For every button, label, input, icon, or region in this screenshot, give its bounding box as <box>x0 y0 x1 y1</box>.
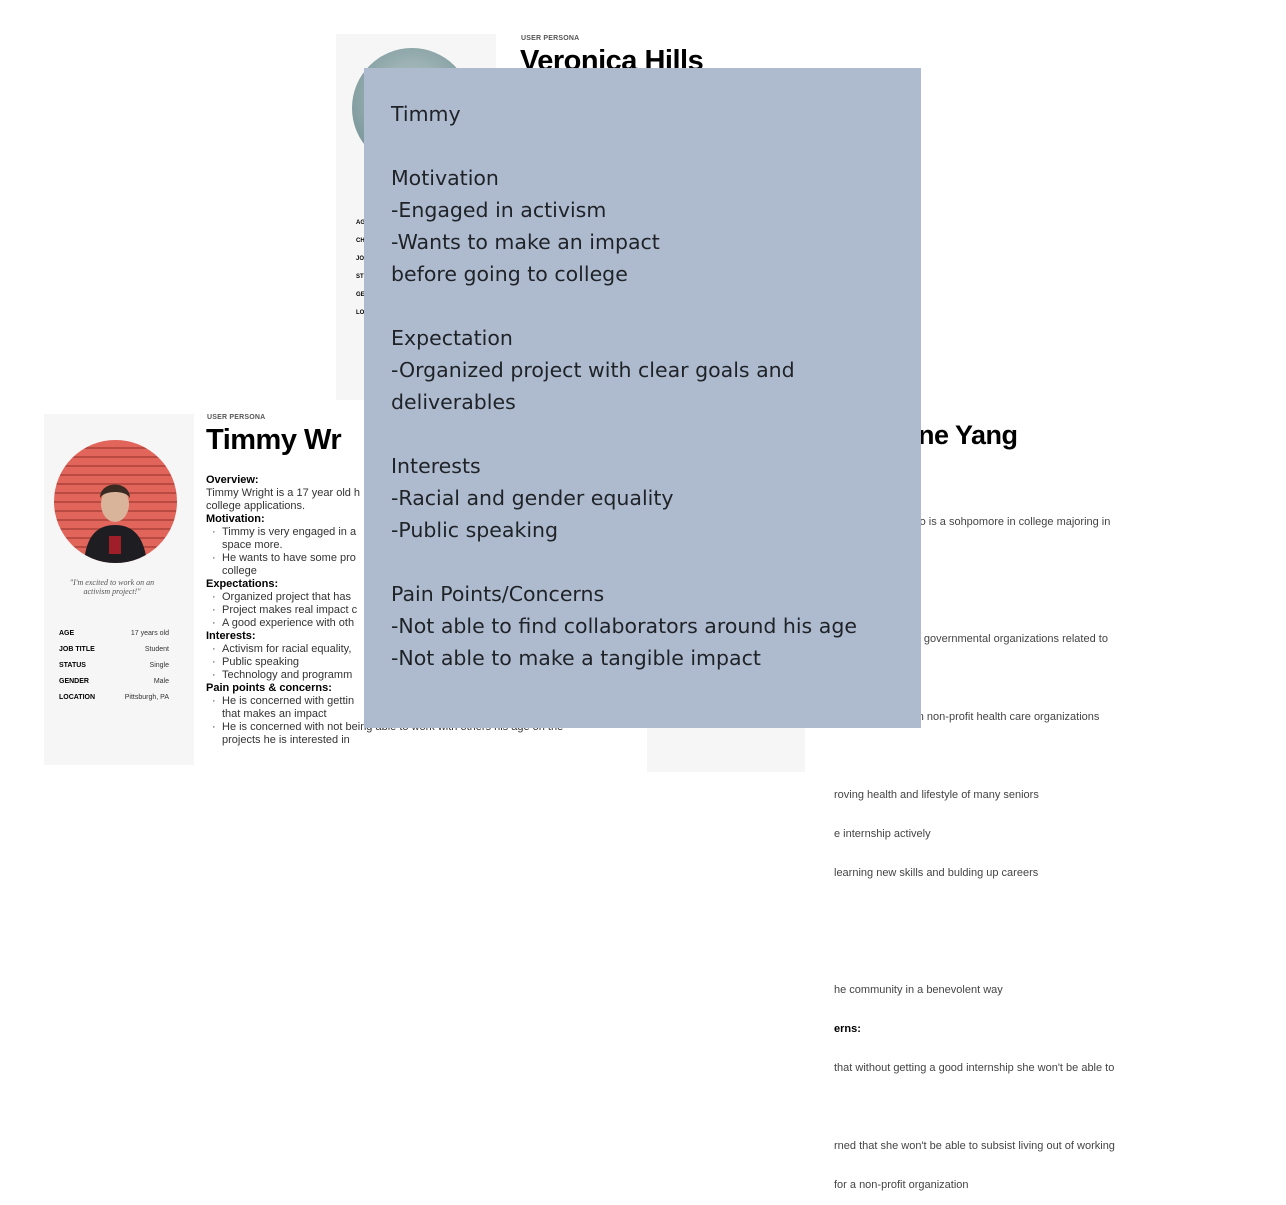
fact-row: GENDER Male <box>59 678 169 685</box>
text-line: erns: <box>834 1023 861 1035</box>
fact-row: STATUS Single <box>59 662 169 669</box>
text-line <box>834 750 1234 763</box>
text-line: learning new skills and bulding up caree… <box>834 867 1039 879</box>
text-line: roving health and lifestyle of many seni… <box>834 789 1039 801</box>
text-line: rned that she won't be able to subsist l… <box>834 1140 1115 1152</box>
text-line: that without getting a good internship s… <box>834 1062 1115 1074</box>
overview-heading: Overview: <box>206 474 259 486</box>
text-line: for a non-profit organization <box>834 1179 969 1191</box>
interests-heading: Interests: <box>206 630 256 642</box>
timmy-avatar <box>54 440 177 563</box>
pain-points-heading: Pain points & concerns: <box>206 682 332 694</box>
timmy-eyebrow: USER PERSONA <box>207 414 266 421</box>
text-line <box>834 945 1234 958</box>
motivation-heading: Motivation: <box>206 513 265 525</box>
third-persona-name: ne Yang <box>918 420 1018 450</box>
overview-text: Timmy Wright is a 17 year old h college … <box>206 487 361 512</box>
person-icon <box>84 484 147 563</box>
fact-row: JOB TITLE Student <box>59 646 169 653</box>
list-item: He is concerned with gettin that makes a… <box>212 695 372 721</box>
fact-row: AGE 17 years old <box>59 630 169 637</box>
timmy-facts: AGE 17 years old JOB TITLE Student STATUS S… <box>59 630 169 710</box>
text-line <box>834 1101 1234 1114</box>
timmy-quote: "I'm excited to work on an activism proj… <box>69 578 155 596</box>
list-item: He wants to have some pro college <box>212 552 382 578</box>
timmy-name: Timmy Wr <box>206 424 342 456</box>
text-line: he community in a benevolent way <box>834 984 1003 996</box>
fact-row: LOCATION Pittsburgh, PA <box>59 694 169 701</box>
list-item: Timmy is very engaged in a space more. <box>212 526 382 552</box>
expectations-heading: Expectations: <box>206 578 279 590</box>
veronica-eyebrow: USER PERSONA <box>521 35 580 42</box>
text-line <box>834 906 1234 919</box>
sticky-note[interactable]: Timmy Motivation -Engaged in activism -W… <box>364 68 921 728</box>
text-line: e internship actively <box>834 828 931 840</box>
